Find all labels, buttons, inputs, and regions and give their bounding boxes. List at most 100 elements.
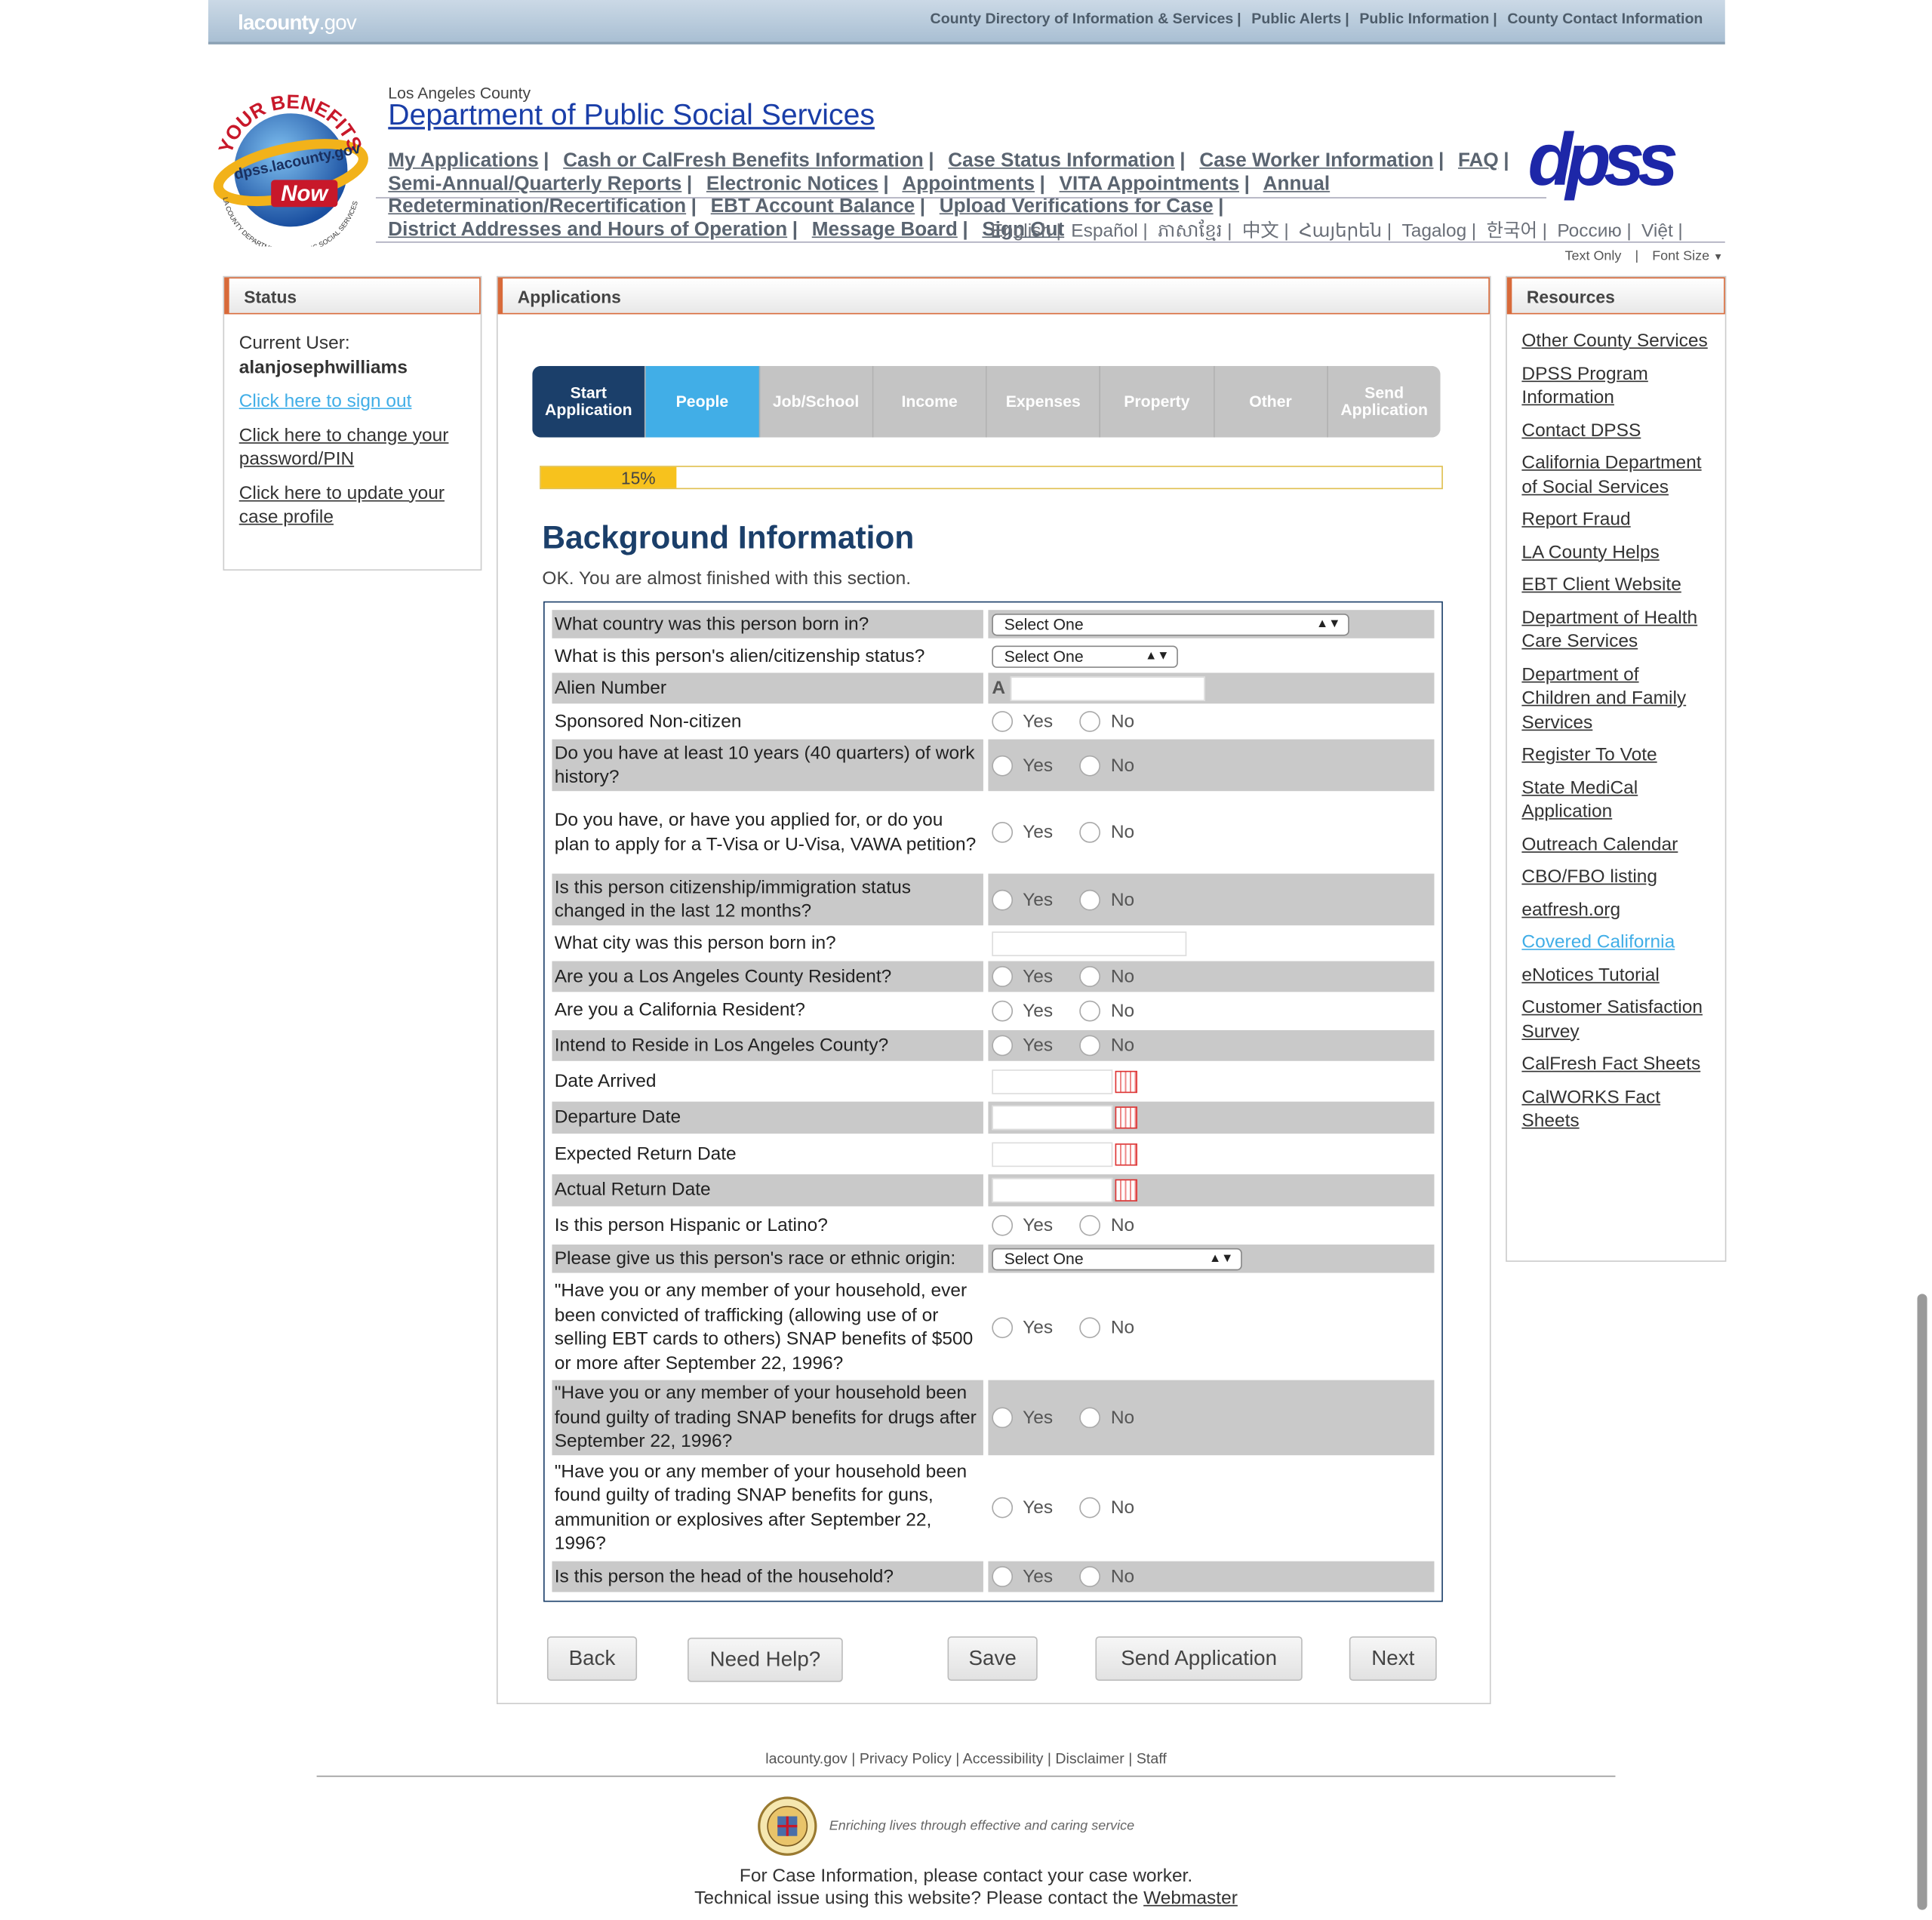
birth-country-select[interactable]: Select One ▲▼	[992, 613, 1349, 635]
resource-link[interactable]: State MediCal Application	[1521, 776, 1710, 824]
footer-link-lacounty[interactable]: lacounty.gov	[765, 1749, 848, 1767]
birth-city-input[interactable]	[992, 931, 1187, 956]
nav-vita-appointments[interactable]: VITA Appointments	[1060, 173, 1239, 194]
tab-start-application[interactable]: Start Application	[532, 365, 646, 438]
trafficking-yes-radio[interactable]	[992, 1316, 1014, 1338]
departure-date-input[interactable]	[992, 1105, 1113, 1131]
citizenship-status-select[interactable]: Select One ▲▼	[992, 645, 1178, 668]
lang-vietnamese[interactable]: Việt	[1641, 220, 1673, 242]
sign-out-link[interactable]: Click here to sign out	[239, 389, 466, 414]
race-select[interactable]: Select One ▲▼	[992, 1248, 1242, 1270]
footer-link-accessibility[interactable]: Accessibility	[963, 1749, 1044, 1767]
nav-semi-annual[interactable]: Semi-Annual/Quarterly Reports	[388, 173, 681, 194]
tab-send-application[interactable]: Send Application	[1327, 365, 1441, 438]
tab-other[interactable]: Other	[1214, 365, 1328, 438]
update-profile-link[interactable]: Click here to update your case profile	[239, 482, 466, 530]
lacounty-logo[interactable]: lacounty.gov	[238, 11, 357, 36]
next-button[interactable]: Next	[1349, 1636, 1437, 1682]
trading-guns-no-radio[interactable]	[1080, 1497, 1101, 1518]
save-button[interactable]: Save	[947, 1636, 1038, 1682]
nav-annual[interactable]: Annual	[1263, 173, 1331, 194]
resource-link[interactable]: Department of Children and Family Servic…	[1521, 663, 1710, 735]
resource-link[interactable]: CalWORKS Fact Sheets	[1521, 1085, 1710, 1134]
lang-tagalog[interactable]: Tagalog	[1401, 220, 1466, 242]
lang-english[interactable]: English	[991, 220, 1051, 242]
footer-link-privacy[interactable]: Privacy Policy	[860, 1749, 952, 1767]
resource-link[interactable]: Report Fraud	[1521, 508, 1710, 532]
resource-link[interactable]: Other County Services	[1521, 329, 1710, 353]
expected-return-input[interactable]	[992, 1141, 1113, 1167]
resource-link[interactable]: DPSS Program Information	[1521, 362, 1710, 410]
resource-link[interactable]: CBO/FBO listing	[1521, 865, 1710, 889]
footer-link-staff[interactable]: Staff	[1137, 1749, 1167, 1767]
nav-upload-verifications[interactable]: Upload Verifications for Case	[940, 196, 1214, 217]
intend-reside-no-radio[interactable]	[1080, 1035, 1101, 1057]
nav-redetermination[interactable]: Redetermination/Recertification	[388, 196, 686, 217]
sponsored-no-radio[interactable]	[1080, 711, 1101, 732]
resource-link[interactable]: California Department of Social Services	[1521, 451, 1710, 500]
intend-reside-yes-radio[interactable]	[992, 1035, 1014, 1057]
calendar-icon[interactable]	[1115, 1143, 1137, 1165]
sponsored-yes-radio[interactable]	[992, 711, 1014, 732]
top-link-alerts[interactable]: Public Alerts	[1251, 10, 1341, 27]
change-password-link[interactable]: Click here to change your password/PIN	[239, 423, 466, 472]
nav-case-status[interactable]: Case Status Information	[948, 150, 1174, 171]
tab-property[interactable]: Property	[1100, 365, 1215, 438]
trafficking-no-radio[interactable]	[1080, 1316, 1101, 1338]
calendar-icon[interactable]	[1115, 1179, 1137, 1202]
head-household-no-radio[interactable]	[1080, 1566, 1101, 1587]
back-button[interactable]: Back	[546, 1636, 638, 1682]
date-arrived-input[interactable]	[992, 1069, 1113, 1094]
resource-link[interactable]: CalFresh Fact Sheets	[1521, 1052, 1710, 1076]
tab-income[interactable]: Income	[873, 365, 987, 438]
resource-link[interactable]: Outreach Calendar	[1521, 832, 1710, 857]
tab-job-school[interactable]: Job/School	[759, 365, 874, 438]
webmaster-link[interactable]: Webmaster	[1143, 1888, 1238, 1909]
top-link-directory[interactable]: County Directory of Information & Servic…	[931, 10, 1234, 27]
resource-link[interactable]: EBT Client Website	[1521, 573, 1710, 597]
resource-link[interactable]: Department of Health Care Services	[1521, 605, 1710, 654]
resource-link[interactable]: LA County Helps	[1521, 540, 1710, 565]
trading-guns-yes-radio[interactable]	[992, 1497, 1014, 1518]
calendar-icon[interactable]	[1115, 1069, 1137, 1093]
ca-resident-no-radio[interactable]	[1080, 999, 1101, 1021]
resource-link[interactable]: Covered California	[1521, 931, 1710, 955]
la-resident-no-radio[interactable]	[1080, 966, 1101, 987]
resource-link[interactable]: eatfresh.org	[1521, 897, 1710, 922]
hispanic-no-radio[interactable]	[1080, 1214, 1101, 1236]
la-resident-yes-radio[interactable]	[992, 966, 1014, 987]
tab-people[interactable]: People	[645, 365, 760, 438]
page-scrollbar[interactable]	[1917, 1294, 1927, 1910]
visa-no-radio[interactable]	[1080, 822, 1101, 843]
nav-appointments[interactable]: Appointments	[902, 173, 1035, 194]
footer-link-disclaimer[interactable]: Disclaimer	[1055, 1749, 1124, 1767]
actual-return-input[interactable]	[992, 1177, 1113, 1203]
nav-ebt-balance[interactable]: EBT Account Balance	[711, 196, 915, 217]
ca-resident-yes-radio[interactable]	[992, 999, 1014, 1021]
nav-cash-calfresh[interactable]: Cash or CalFresh Benefits Information	[563, 150, 924, 171]
lang-korean[interactable]: 한국어	[1486, 220, 1537, 242]
nav-message-board[interactable]: Message Board	[812, 219, 958, 240]
nav-my-applications[interactable]: My Applications	[388, 150, 538, 171]
resource-link[interactable]: Contact DPSS	[1521, 418, 1710, 442]
work-history-yes-radio[interactable]	[992, 755, 1014, 776]
resource-link[interactable]: eNotices Tutorial	[1521, 963, 1710, 987]
trading-drugs-no-radio[interactable]	[1080, 1407, 1101, 1429]
resource-link[interactable]: Register To Vote	[1521, 743, 1710, 768]
hispanic-yes-radio[interactable]	[992, 1214, 1014, 1236]
alien-number-input[interactable]	[1010, 675, 1205, 701]
visa-yes-radio[interactable]	[992, 822, 1014, 843]
status-changed-no-radio[interactable]	[1080, 888, 1101, 910]
nav-case-worker[interactable]: Case Worker Information	[1199, 150, 1433, 171]
top-link-contact[interactable]: County Contact Information	[1507, 10, 1703, 27]
head-household-yes-radio[interactable]	[992, 1566, 1014, 1587]
font-size-toggle[interactable]: Font Size	[1652, 249, 1709, 264]
top-link-public-info[interactable]: Public Information	[1359, 10, 1489, 27]
trading-drugs-yes-radio[interactable]	[992, 1407, 1014, 1429]
text-only-link[interactable]: Text Only	[1565, 249, 1622, 264]
resource-link[interactable]: Customer Satisfaction Survey	[1521, 995, 1710, 1044]
need-help-button[interactable]: Need Help?	[688, 1637, 843, 1682]
lang-russian[interactable]: Россию	[1557, 220, 1621, 242]
lang-khmer[interactable]: ភាសាខ្មែរ	[1158, 220, 1223, 242]
tab-expenses[interactable]: Expenses	[986, 365, 1101, 438]
